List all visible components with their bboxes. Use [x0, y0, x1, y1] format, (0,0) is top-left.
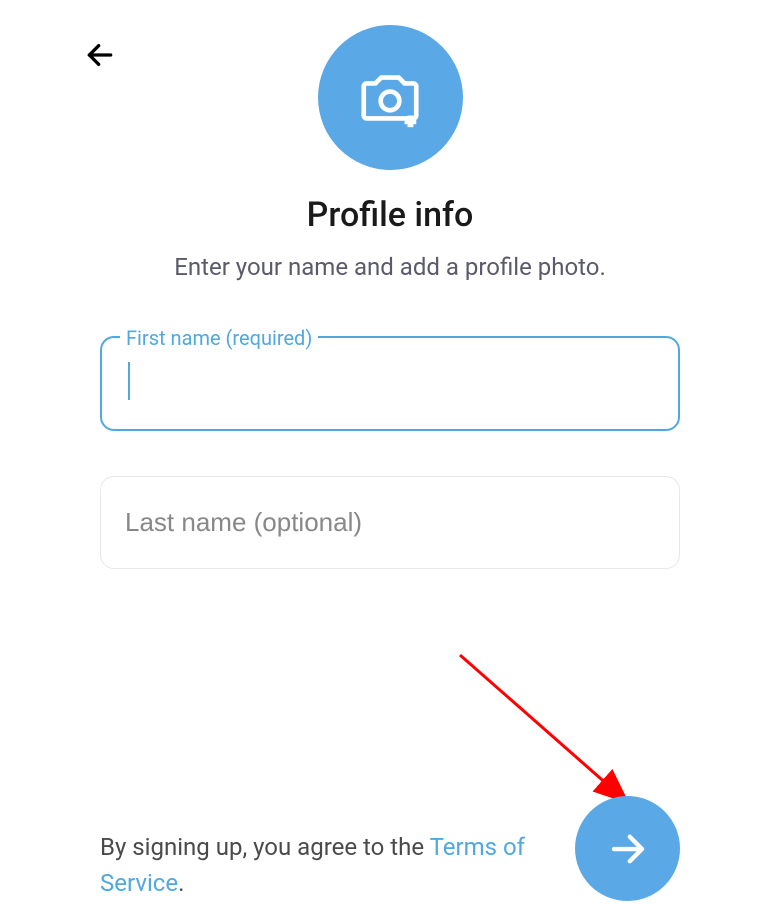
first-name-field-wrapper: First name (required)	[100, 336, 680, 431]
add-photo-button[interactable]	[318, 25, 463, 170]
back-button[interactable]	[80, 35, 120, 75]
arrow-right-icon	[607, 828, 649, 870]
first-name-label: First name (required)	[120, 326, 318, 350]
terms-suffix: .	[178, 869, 184, 897]
last-name-input[interactable]	[101, 477, 679, 568]
camera-add-icon	[355, 63, 425, 133]
next-button[interactable]	[575, 796, 680, 901]
page-subtitle: Enter your name and add a profile photo.	[0, 253, 780, 281]
arrow-left-icon	[84, 39, 116, 71]
terms-prefix: By signing up, you agree to the	[100, 833, 430, 861]
first-name-input[interactable]	[102, 338, 678, 429]
page-title: Profile info	[0, 195, 780, 235]
text-cursor	[128, 362, 130, 400]
terms-text: By signing up, you agree to the Terms of…	[100, 829, 575, 901]
last-name-field-wrapper	[100, 476, 680, 569]
footer: By signing up, you agree to the Terms of…	[100, 796, 680, 901]
form: First name (required)	[0, 336, 780, 569]
